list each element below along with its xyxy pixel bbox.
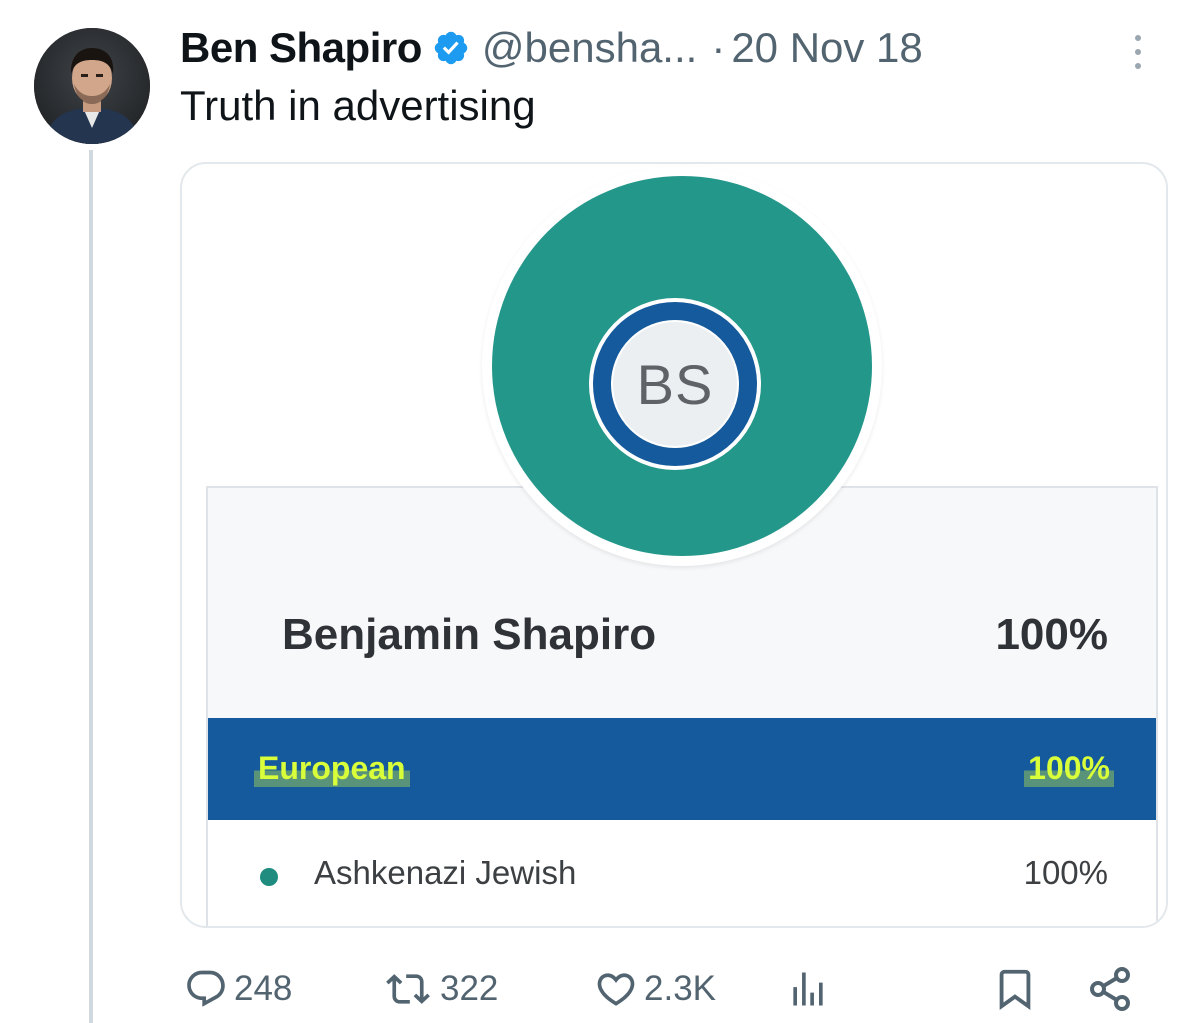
separator-dot: · [711,24,726,71]
analytics-icon [786,967,830,1011]
like-button[interactable]: 2.3K [594,962,716,1016]
reply-count: 248 [234,969,293,1008]
population-name: Ashkenazi Jewish [314,854,577,891]
person-row: Benjamin Shapiro 100% [208,606,1156,676]
share-icon [1086,965,1134,1013]
like-count: 2.3K [644,969,716,1008]
avatar[interactable] [34,28,150,144]
tweet-screen: Ben Shapiro @bensha... · 20 Nov 18 Truth… [0,0,1200,1023]
profile-photo-icon [34,28,150,144]
author-handle[interactable]: @bensha... [482,24,697,72]
ancestry-donut: BS [482,166,882,566]
more-options-icon[interactable] [1128,30,1148,74]
region-bar: European 100% [208,718,1156,820]
reply-icon [184,967,228,1011]
tweet-media[interactable]: Benjamin Shapiro 100% European 100% Ashk… [180,162,1168,928]
thread-line [89,150,93,1023]
repost-icon [382,967,434,1011]
population-dot-icon [260,868,278,886]
tweet-actions: 248 322 2.3K [180,962,1140,1016]
tweet-header: Ben Shapiro @bensha... · 20 Nov 18 [180,18,923,78]
share-button[interactable] [1086,962,1134,1016]
population-percent: 100% [1023,854,1108,891]
initials-text: BS [636,352,714,416]
repost-button[interactable]: 322 [382,962,498,1016]
repost-count: 322 [440,969,499,1008]
tweet-text: Truth in advertising [180,82,536,129]
bookmark-icon [992,966,1038,1012]
verified-badge-icon[interactable] [432,29,470,67]
region-name: European [254,750,410,787]
population-row: Ashkenazi Jewish 100% [208,820,1156,926]
reply-button[interactable]: 248 [184,962,292,1016]
person-name: Benjamin Shapiro [282,610,657,659]
region-percent: 100% [1024,750,1114,787]
bookmark-button[interactable] [992,962,1038,1016]
like-icon [594,967,638,1011]
analytics-button[interactable] [786,962,830,1016]
person-percent: 100% [995,610,1108,659]
tweet-date[interactable]: 20 Nov 18 [731,24,922,72]
author-display-name[interactable]: Ben Shapiro [180,24,422,72]
